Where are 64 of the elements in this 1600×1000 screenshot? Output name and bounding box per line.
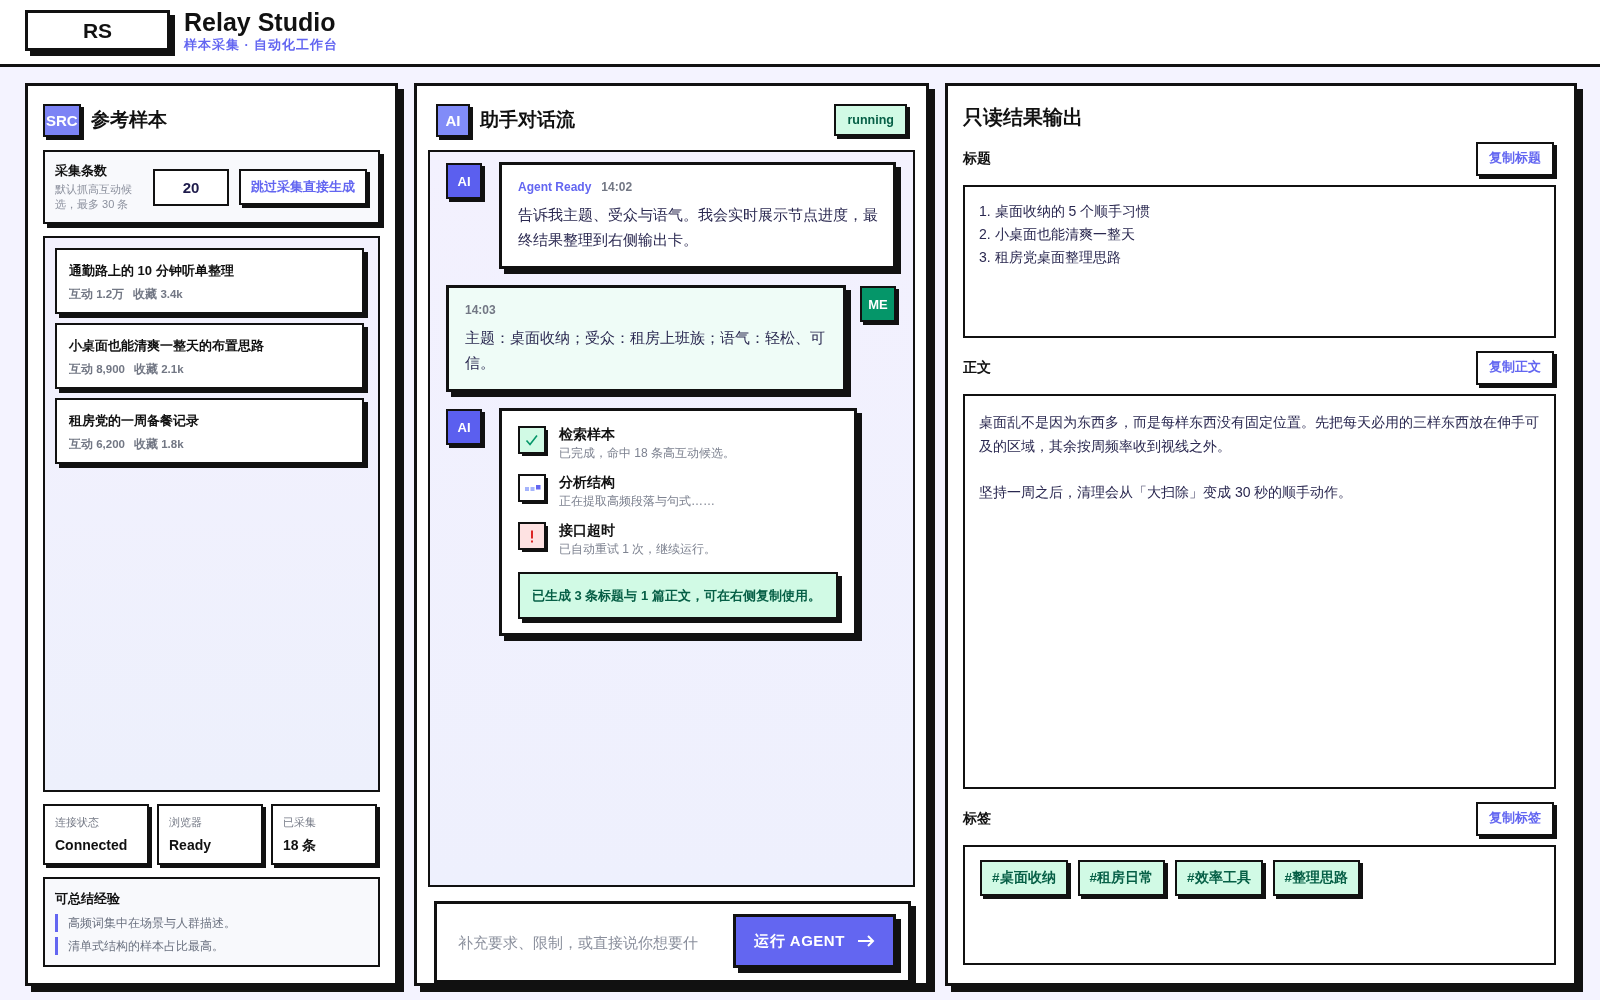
step-detail: 已完成，命中 18 条高互动候选。 [559,445,735,462]
user-avatar: ME [860,286,896,322]
stat-label: 浏览器 [169,815,203,829]
sample-title: 小桌面也能清爽一整天的布置思路 [69,337,265,355]
title-line: 3. 租房党桌面整理思路 [979,248,1122,267]
saves-count: 收藏 2.1k [134,361,184,377]
insight-item: 高频词集中在场景与人群描述。 [55,914,368,932]
panel-title: 助手对话流 [480,108,575,132]
check-icon [518,426,548,456]
message-time: 14:02 [601,179,633,196]
insight-title: 可总结经验 [55,890,121,908]
section-label: 正文 [963,358,991,377]
saves-count: 收藏 3.4k [133,286,183,302]
engagement-count: 互动 8,900 [69,362,125,377]
section-badge: SRC [43,103,81,137]
agent-avatar: AI [446,409,482,445]
tag-chip[interactable]: #桌面收纳 [980,860,1068,896]
copy-button[interactable]: 复制正文 [1476,350,1554,385]
stat-value: Ready [169,836,213,854]
step-title: 检索样本 [559,425,616,444]
message-text: 主题：桌面收纳；受众：租房上班族；语气：轻松、可信。 [465,328,826,373]
title-line: 2. 小桌面也能清爽一整天 [979,225,1136,244]
engagement-count: 互动 1.2万 [69,287,125,302]
step-title: 分析结构 [559,473,616,492]
insight-item: 清单式结构的样本占比最高。 [55,937,368,955]
skip-button[interactable]: 跳过采集直接生成 [239,169,367,205]
title-line: 1. 桌面收纳的 5 个顺手习惯 [979,202,1152,221]
engagement-count: 互动 6,200 [69,437,125,452]
section-badge: AI [436,103,470,137]
app-subtitle: 样本采集 · 自动化工作台 [184,37,339,53]
status-chip: running [834,104,907,136]
sample-title: 通勤路上的 10 分钟听单整理 [69,262,235,280]
section-label: 标题 [963,149,991,168]
sample-title: 租房党的一周备餐记录 [69,412,200,430]
dots-icon [518,474,548,504]
step-detail: 已自动重试 1 次，继续运行。 [559,541,717,558]
config-label: 采集条数 [55,162,108,180]
tag-chip[interactable]: #整理思路 [1272,860,1361,896]
body-paragraph: 坚持一周之后，清理会从「大扫除」变成 30 秒的顺手动作。 [979,483,1354,502]
message-time: 14:03 [465,302,496,319]
count-field[interactable]: 20 [153,168,229,206]
agent-avatar: AI [446,163,482,199]
body-paragraph: 桌面乱不是因为东西多，而是每样东西没有固定位置。先把每天必用的三样东西放在伸手可及的区域，其余按周频率收到视线之外。 [979,413,1540,456]
message-text: 告诉我主题、受众与语气。我会实时展示节点进度，最终结果整理到右侧输出卡。 [518,205,879,250]
arrow-right-icon [856,935,875,947]
tag-chip[interactable]: #效率工具 [1175,860,1263,896]
app-title: Relay Studio [184,7,337,37]
stat-label: 已采集 [283,815,317,829]
exclamation-icon [518,522,548,552]
panel-title: 参考样本 [90,108,167,132]
step-title: 接口超时 [559,521,616,540]
tag-chip[interactable]: #租房日常 [1077,860,1166,896]
section-label: 标签 [963,809,991,828]
prompt-field[interactable]: 补充要求、限制，或直接说你想要什 [458,931,719,957]
sender-name: Agent Ready [518,179,592,196]
stat-value: 18 条 [283,836,318,854]
stat-value: Connected [55,836,129,854]
copy-button[interactable]: 复制标签 [1476,801,1554,836]
panel-title: 只读结果输出 [963,105,1084,130]
config-hint: 默认抓高互动候选，最多 30 条 [55,182,133,212]
copy-button[interactable]: 复制标题 [1476,141,1554,176]
saves-count: 收藏 1.8k [134,436,184,452]
stat-label: 连接状态 [55,815,100,829]
step-detail: 正在提取高频段落与句式…… [559,493,715,510]
